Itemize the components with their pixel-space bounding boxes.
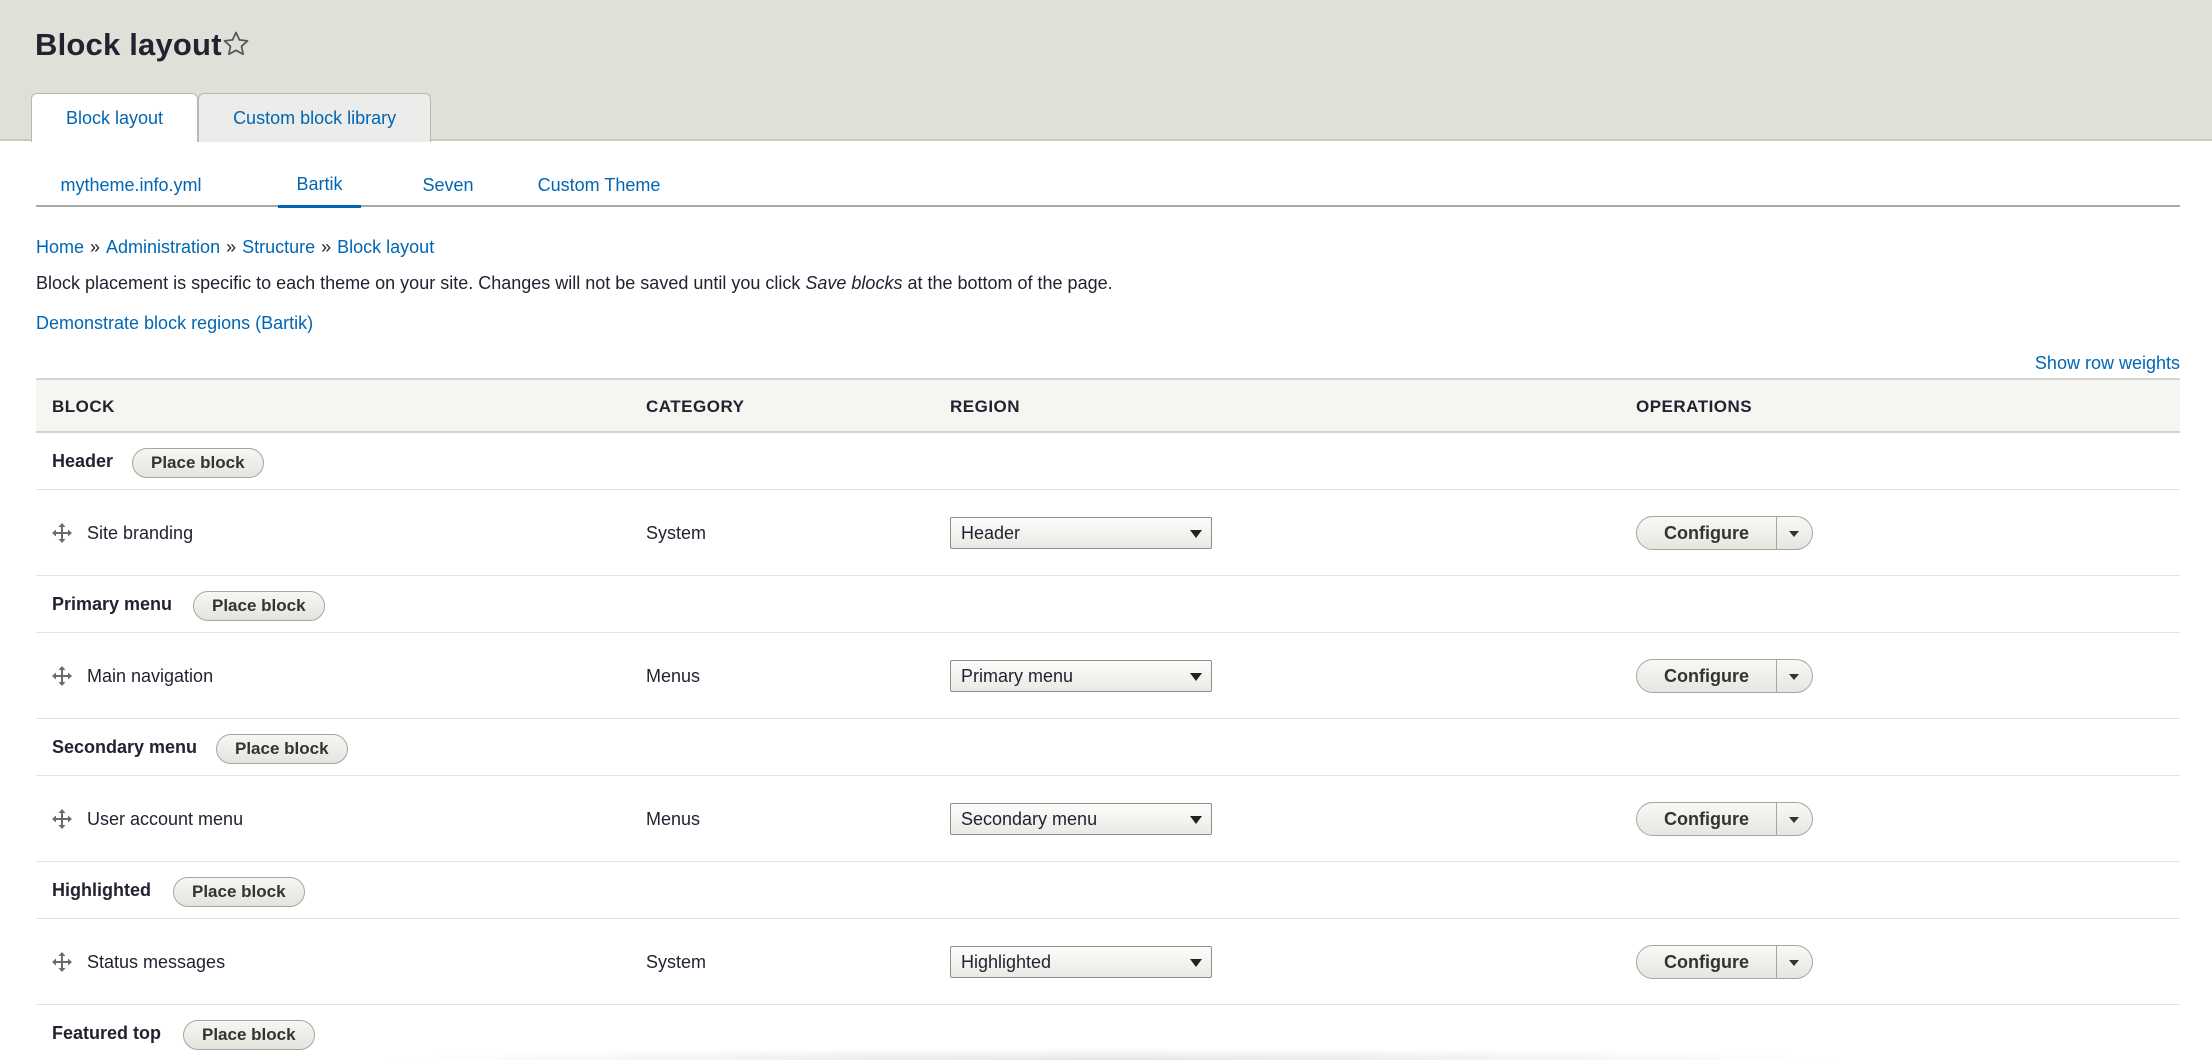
operations-toggle[interactable]	[1777, 516, 1813, 550]
block-category: System	[646, 522, 707, 543]
region-title: Highlighted	[52, 880, 151, 900]
caret-down-icon	[1789, 674, 1799, 680]
chevron-down-icon	[1190, 673, 1202, 681]
tab-custom-theme[interactable]: Custom Theme	[529, 163, 669, 207]
caret-down-icon	[1789, 817, 1799, 823]
operations-dropbutton: Configure	[1636, 659, 1813, 693]
region-select-value: Highlighted	[961, 951, 1052, 972]
block-label: Status messages	[87, 951, 226, 972]
block-category: Menus	[646, 808, 701, 829]
region-title: Header	[52, 451, 114, 471]
region-row-secondary-menu: Secondary menu Place block	[36, 719, 2180, 776]
show-row-weights-link[interactable]: Show row weights	[2035, 353, 2180, 374]
tab-mytheme-info-yml[interactable]: mytheme.info.yml	[54, 163, 208, 207]
breadcrumb-separator: »	[90, 237, 101, 257]
col-header-region: REGION	[950, 396, 1021, 416]
page-header: Block layout Block layout Custom block l…	[0, 0, 2212, 142]
help-text-after: at the bottom of the page.	[902, 273, 1113, 293]
region-title: Secondary menu	[52, 737, 198, 757]
region-row-header: Header Place block	[36, 433, 2180, 490]
region-select-value: Header	[961, 522, 1021, 543]
breadcrumb-separator: »	[321, 237, 332, 257]
configure-button[interactable]: Configure	[1636, 945, 1777, 979]
col-header-operations: OPERATIONS	[1636, 396, 1753, 416]
region-select-value: Primary menu	[961, 665, 1074, 686]
place-block-button[interactable]: Place block	[193, 591, 325, 621]
place-block-button[interactable]: Place block	[173, 877, 305, 907]
region-select[interactable]: Header	[950, 517, 1212, 549]
drag-handle-icon[interactable]	[52, 666, 72, 686]
breadcrumb-structure[interactable]: Structure	[242, 237, 315, 257]
caret-down-icon	[1789, 531, 1799, 537]
place-block-button[interactable]: Place block	[183, 1020, 315, 1050]
star-icon[interactable]	[221, 29, 251, 59]
configure-button[interactable]: Configure	[1636, 659, 1777, 693]
caret-down-icon	[1789, 960, 1799, 966]
help-text-before: Block placement is specific to each them…	[36, 273, 806, 293]
drag-handle-icon[interactable]	[52, 809, 72, 829]
chevron-down-icon	[1190, 816, 1202, 824]
blocks-table: BLOCK CATEGORY REGION OPERATIONS Header …	[36, 378, 2180, 1060]
page-title: Block layout	[35, 27, 222, 62]
operations-dropbutton: Configure	[1636, 516, 1813, 550]
breadcrumb-administration[interactable]: Administration	[106, 237, 220, 257]
region-select[interactable]: Secondary menu	[950, 803, 1212, 835]
drag-handle-icon[interactable]	[52, 952, 72, 972]
breadcrumb-block-layout[interactable]: Block layout	[337, 237, 434, 257]
block-category: Menus	[646, 665, 701, 686]
block-category: System	[646, 951, 707, 972]
theme-tabs: mytheme.info.yml Bartik Seven Custom The…	[36, 163, 2180, 208]
place-block-button[interactable]: Place block	[132, 448, 264, 478]
table-row: Site branding System Header Configure	[36, 490, 2180, 576]
breadcrumb-home[interactable]: Home	[36, 237, 84, 257]
demonstrate-regions-link[interactable]: Demonstrate block regions (Bartik)	[36, 313, 313, 334]
col-header-block: BLOCK	[52, 396, 115, 416]
tab-block-layout[interactable]: Block layout	[31, 93, 199, 142]
region-select[interactable]: Highlighted	[950, 946, 1212, 978]
region-select[interactable]: Primary menu	[950, 660, 1212, 692]
region-select-value: Secondary menu	[961, 808, 1098, 829]
block-label: Main navigation	[87, 665, 214, 686]
breadcrumb-separator: »	[226, 237, 237, 257]
place-block-button[interactable]: Place block	[216, 734, 348, 764]
operations-toggle[interactable]	[1777, 802, 1813, 836]
tab-bartik[interactable]: Bartik	[278, 163, 361, 208]
chevron-down-icon	[1190, 530, 1202, 538]
drag-handle-icon[interactable]	[52, 523, 72, 543]
breadcrumb: Home» Administration» Structure» Block layo…	[36, 237, 434, 258]
table-row: Main navigation Menus Primary menu Confi…	[36, 633, 2180, 719]
operations-dropbutton: Configure	[1636, 945, 1813, 979]
operations-toggle[interactable]	[1777, 945, 1813, 979]
table-row: Status messages System Highlighted Confi…	[36, 919, 2180, 1005]
chevron-down-icon	[1190, 959, 1202, 967]
region-row-primary-menu: Primary menu Place block	[36, 576, 2180, 633]
region-row-highlighted: Highlighted Place block	[36, 862, 2180, 919]
col-header-category: CATEGORY	[646, 396, 745, 416]
tab-seven[interactable]: Seven	[413, 163, 483, 207]
block-label: Site branding	[87, 522, 194, 543]
table-row: User account menu Menus Secondary menu C…	[36, 776, 2180, 862]
operations-toggle[interactable]	[1777, 659, 1813, 693]
region-title: Primary menu	[52, 594, 173, 614]
help-text: Block placement is specific to each them…	[36, 273, 1113, 294]
help-text-emphasis: Save blocks	[805, 273, 903, 293]
primary-tabs: Block layout Custom block library	[31, 93, 432, 142]
block-label: User account menu	[87, 808, 244, 829]
tab-custom-block-library[interactable]: Custom block library	[198, 93, 432, 142]
configure-button[interactable]: Configure	[1636, 802, 1777, 836]
configure-button[interactable]: Configure	[1636, 516, 1777, 550]
table-header: BLOCK CATEGORY REGION OPERATIONS	[36, 378, 2180, 433]
operations-dropbutton: Configure	[1636, 802, 1813, 836]
region-title: Featured top	[52, 1023, 162, 1043]
